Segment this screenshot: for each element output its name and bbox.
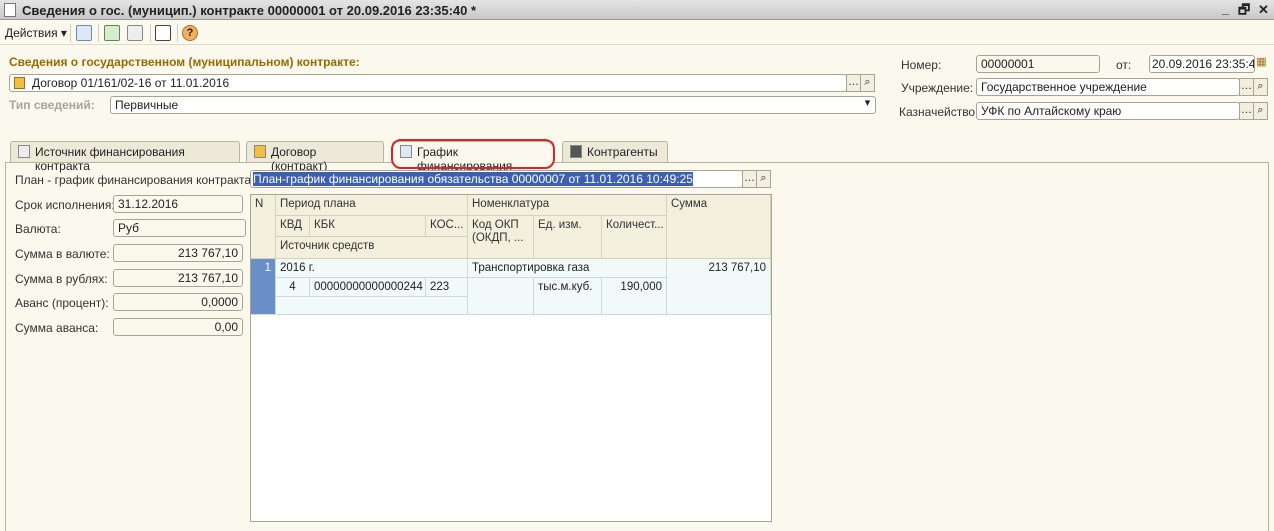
type-select[interactable]: Первичные	[110, 96, 876, 114]
restore-button[interactable]: 🗗	[1238, 1, 1250, 23]
folder-icon	[254, 145, 266, 158]
select-button[interactable]: …	[846, 74, 861, 92]
actions-menu[interactable]: Действия ▾	[5, 24, 67, 42]
col-sum[interactable]: Сумма	[667, 195, 771, 259]
tab-contract[interactable]: Договор (контракт)	[246, 141, 384, 173]
treasury-label: Казначейство:	[899, 105, 979, 119]
tab-funding-source[interactable]: Источник финансирования контракта	[10, 141, 240, 173]
chevron-down-icon[interactable]: ▾	[860, 96, 875, 114]
window-title-bar: Сведения о гос. (муницип.) контракте 000…	[0, 0, 1274, 20]
col-unit[interactable]: Ед. изм.	[534, 216, 602, 259]
col-qty[interactable]: Количест...	[602, 216, 667, 259]
col-source[interactable]: Источник средств	[276, 237, 468, 259]
sum-currency-field[interactable]: 213 767,10	[113, 244, 243, 262]
refresh-icon[interactable]	[104, 24, 120, 42]
col-nomenclature[interactable]: Номенклатура	[468, 195, 667, 216]
minimize-button[interactable]: _	[1222, 1, 1229, 16]
schedule-table[interactable]: N Период плана КВД КБК КОС... Источник с…	[250, 194, 772, 522]
col-kbk[interactable]: КБК	[310, 216, 426, 237]
institution-field[interactable]: Государственное учреждение	[976, 78, 1240, 96]
search-icon[interactable]: ⌕	[1253, 78, 1268, 96]
section-title: Сведения о государственном (муниципально…	[9, 55, 360, 69]
search-icon[interactable]: ⌕	[1253, 102, 1268, 120]
select-button[interactable]: …	[1239, 78, 1254, 96]
currency-label: Валюта:	[15, 222, 61, 236]
post-and-close-icon[interactable]	[76, 24, 92, 42]
calculator-icon	[18, 145, 30, 158]
plan-field[interactable]: План-график финансирования обязательства…	[250, 170, 743, 188]
col-kosgu[interactable]: КОС...	[426, 216, 468, 237]
contract-value: Договор 01/161/02-16 от 11.01.2016	[32, 76, 230, 90]
institution-label: Учреждение:	[901, 81, 974, 95]
list-icon[interactable]	[155, 24, 171, 42]
advance-sum-label: Сумма аванса:	[15, 321, 99, 335]
term-field[interactable]: 31.12.2016	[113, 195, 243, 213]
tab-counterparties[interactable]: Контрагенты	[562, 141, 668, 162]
help-icon[interactable]: ?	[182, 24, 198, 42]
col-okp[interactable]: Код ОКП (ОКДП, ...	[468, 216, 534, 259]
sum-currency-label: Сумма в валюте:	[15, 247, 110, 261]
advance-sum-field[interactable]: 0,00	[113, 318, 243, 336]
search-icon[interactable]: ⌕	[756, 170, 771, 188]
select-button[interactable]: …	[742, 170, 757, 188]
advance-percent-label: Аванс (процент):	[15, 296, 109, 310]
close-button[interactable]: ✕	[1258, 2, 1269, 18]
folder-icon	[14, 77, 25, 89]
contract-field[interactable]: Договор 01/161/02-16 от 11.01.2016	[9, 74, 847, 92]
col-n[interactable]: N	[251, 195, 276, 259]
col-period[interactable]: Период плана	[276, 195, 468, 216]
currency-field[interactable]: Руб	[113, 219, 246, 237]
copy-icon[interactable]	[127, 24, 143, 42]
date-field[interactable]: 20.09.2016 23:35:40	[1149, 55, 1255, 73]
term-label: Срок исполнения:	[15, 198, 115, 212]
plan-label: План - график финансирования контракта:	[15, 173, 255, 187]
sum-rub-field[interactable]: 213 767,10	[113, 269, 243, 287]
calendar-icon[interactable]: ▦	[1254, 55, 1269, 73]
toolbar: Действия ▾ ?	[0, 21, 1274, 45]
briefcase-icon	[570, 145, 582, 158]
advance-percent-field[interactable]: 0,0000	[113, 293, 243, 311]
type-label: Тип сведений:	[9, 98, 95, 112]
treasury-field[interactable]: УФК по Алтайскому краю	[976, 102, 1240, 120]
highlight-ellipse	[391, 139, 555, 169]
number-label: Номер:	[901, 58, 942, 72]
col-kvd[interactable]: КВД	[276, 216, 310, 237]
search-icon[interactable]: ⌕	[860, 74, 875, 92]
sum-rub-label: Сумма в рублях:	[15, 272, 108, 286]
date-label: от:	[1116, 58, 1132, 72]
document-icon	[4, 3, 16, 17]
window-title: Сведения о гос. (муницип.) контракте 000…	[22, 3, 477, 18]
select-button[interactable]: …	[1239, 102, 1254, 120]
number-field[interactable]: 00000001	[976, 55, 1100, 73]
